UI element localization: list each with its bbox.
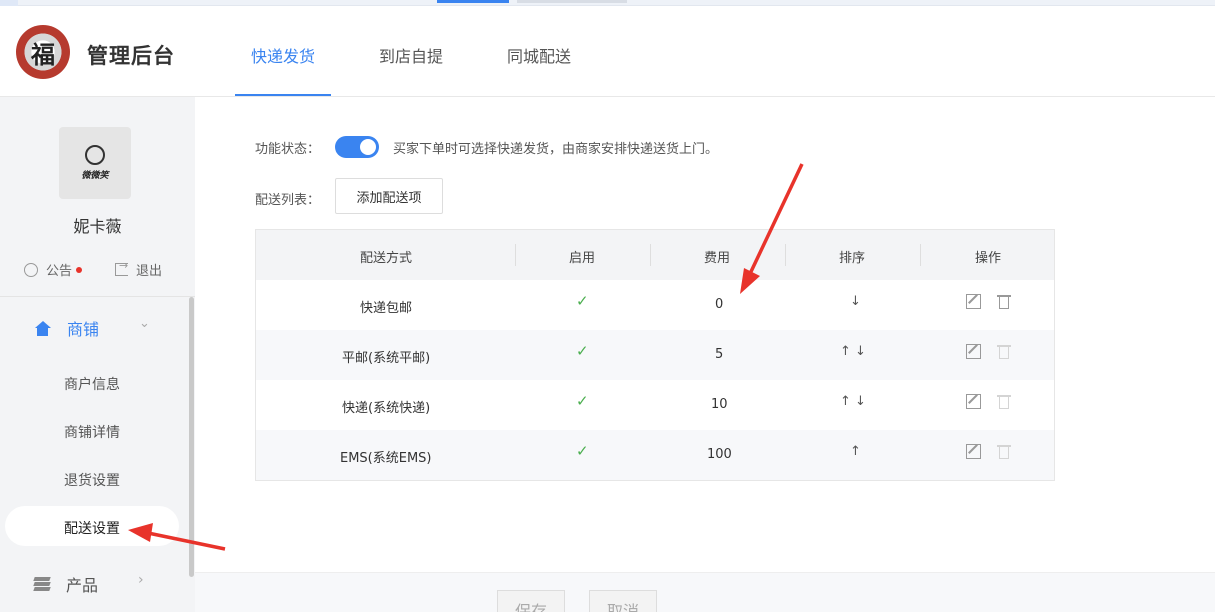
header-fee: 费用 <box>704 251 731 266</box>
tab-store-pickup[interactable]: 到店自提 <box>379 43 443 67</box>
header-actions: 操作 <box>975 251 1002 266</box>
sort-arrows[interactable]: ↑ <box>850 444 861 459</box>
header-method: 配送方式 <box>360 251 413 266</box>
status-description: 买家下单时可选择快递发货，由商家安排快递送货上门。 <box>393 142 719 157</box>
smile-icon <box>85 145 105 165</box>
trash-icon <box>997 344 1011 360</box>
check-icon: ✓ <box>576 292 589 310</box>
header-sort: 排序 <box>839 251 866 266</box>
trash-icon[interactable] <box>997 294 1011 310</box>
table-row: EMS(系统EMS) ✓ 100 ↑ <box>256 430 1054 480</box>
edit-icon[interactable] <box>966 394 981 409</box>
table-row: 快递(系统快递) ✓ 10 ↑ ↓ <box>256 380 1054 430</box>
check-icon: ✓ <box>576 392 589 410</box>
table-header: 配送方式 启用 费用 排序 操作 <box>256 230 1054 280</box>
header-separator <box>920 244 921 266</box>
header-separator <box>785 244 786 266</box>
status-label: 功能状态： <box>255 142 321 157</box>
footer-bar <box>195 572 1215 612</box>
sort-arrows[interactable]: ↓ <box>850 294 861 309</box>
add-delivery-button[interactable]: 添加配送项 <box>335 178 443 214</box>
tab-express-delivery[interactable]: 快递发货 <box>251 43 315 67</box>
tab-active-indicator <box>235 94 331 96</box>
main-content: 快递发货 到店自提 同城配送 功能状态： 买家下单时可选择快递发货，由商家安排快… <box>195 6 1215 612</box>
tab-same-city-delivery[interactable]: 同城配送 <box>507 43 571 67</box>
app-title: 管理后台 <box>87 44 175 68</box>
sort-arrows[interactable]: ↑ ↓ <box>840 394 866 409</box>
header-separator <box>650 244 651 266</box>
row-fee: 0 <box>715 297 724 312</box>
save-button[interactable]: 保存 <box>497 590 565 612</box>
sidebar: 福 管理后台 微微笑 妮卡薇 公告 退出 商铺 ⌄ 商户信息 商铺详情 退货设置… <box>0 6 195 612</box>
logout-icon <box>115 259 128 276</box>
sidebar-divider <box>0 296 195 297</box>
logout-label: 退出 <box>136 264 163 279</box>
home-icon <box>34 320 51 336</box>
row-method: EMS(系统EMS) <box>340 451 432 466</box>
layers-icon <box>33 577 51 591</box>
row-method: 快递包邮 <box>360 301 413 316</box>
header-enabled: 启用 <box>569 251 596 266</box>
row-method: 快递(系统快递) <box>342 401 431 416</box>
delivery-list-label: 配送列表： <box>255 193 321 208</box>
table-row: 快递包邮 ✓ 0 ↓ <box>256 280 1054 330</box>
table-row: 平邮(系统平邮) ✓ 5 ↑ ↓ <box>256 330 1054 380</box>
sidebar-sub-delivery-settings-label: 配送设置 <box>64 521 120 537</box>
logout-link[interactable]: 退出 <box>115 259 163 279</box>
sort-arrows[interactable]: ↑ ↓ <box>840 344 866 359</box>
edit-icon[interactable] <box>966 444 981 459</box>
notice-link[interactable]: 公告 <box>24 260 83 279</box>
username: 妮卡薇 <box>73 217 122 236</box>
sidebar-item-products-label: 产品 <box>66 576 99 595</box>
delivery-table: 配送方式 启用 费用 排序 操作 快递包邮 ✓ 0 ↓ 平邮(系统平邮) ✓ 5… <box>255 229 1055 481</box>
status-toggle[interactable] <box>335 136 379 158</box>
header-separator <box>515 244 516 266</box>
sidebar-sub-shop-details[interactable]: 商铺详情 <box>64 422 120 442</box>
sidebar-sub-merchant-info[interactable]: 商户信息 <box>64 374 120 394</box>
row-fee: 5 <box>715 347 724 362</box>
trash-icon <box>997 394 1011 410</box>
avatar[interactable]: 微微笑 <box>59 127 131 199</box>
row-fee: 10 <box>711 397 728 412</box>
tab-bar: 快递发货 到店自提 同城配送 <box>195 6 1215 97</box>
chat-icon <box>24 262 38 277</box>
logo-area: 福 管理后台 <box>0 6 195 97</box>
sidebar-item-shop-label: 商铺 <box>67 320 100 339</box>
logo-icon: 福 <box>16 25 70 79</box>
row-fee: 100 <box>707 447 732 462</box>
check-icon: ✓ <box>576 342 589 360</box>
avatar-brand: 微微笑 <box>81 171 109 181</box>
sidebar-scrollbar[interactable] <box>189 297 194 577</box>
trash-icon <box>997 444 1011 460</box>
edit-icon[interactable] <box>966 294 981 309</box>
row-method: 平邮(系统平邮) <box>342 351 431 366</box>
edit-icon[interactable] <box>966 344 981 359</box>
sidebar-item-products[interactable]: 产品 › <box>33 572 144 596</box>
cancel-button[interactable]: 取消 <box>589 590 657 612</box>
top-strip-active-tab <box>437 0 509 3</box>
top-strip-inactive-tab <box>517 0 627 3</box>
notice-label: 公告 <box>46 264 73 279</box>
notice-dot-badge <box>76 266 83 273</box>
chevron-right-icon: › <box>138 572 144 588</box>
logo-glyph: 福 <box>31 39 55 69</box>
sidebar-sub-return-settings[interactable]: 退货设置 <box>64 470 120 490</box>
sidebar-item-shop[interactable]: 商铺 ⌄ <box>34 316 150 340</box>
check-icon: ✓ <box>576 442 589 460</box>
chevron-down-icon: ⌄ <box>139 316 150 331</box>
